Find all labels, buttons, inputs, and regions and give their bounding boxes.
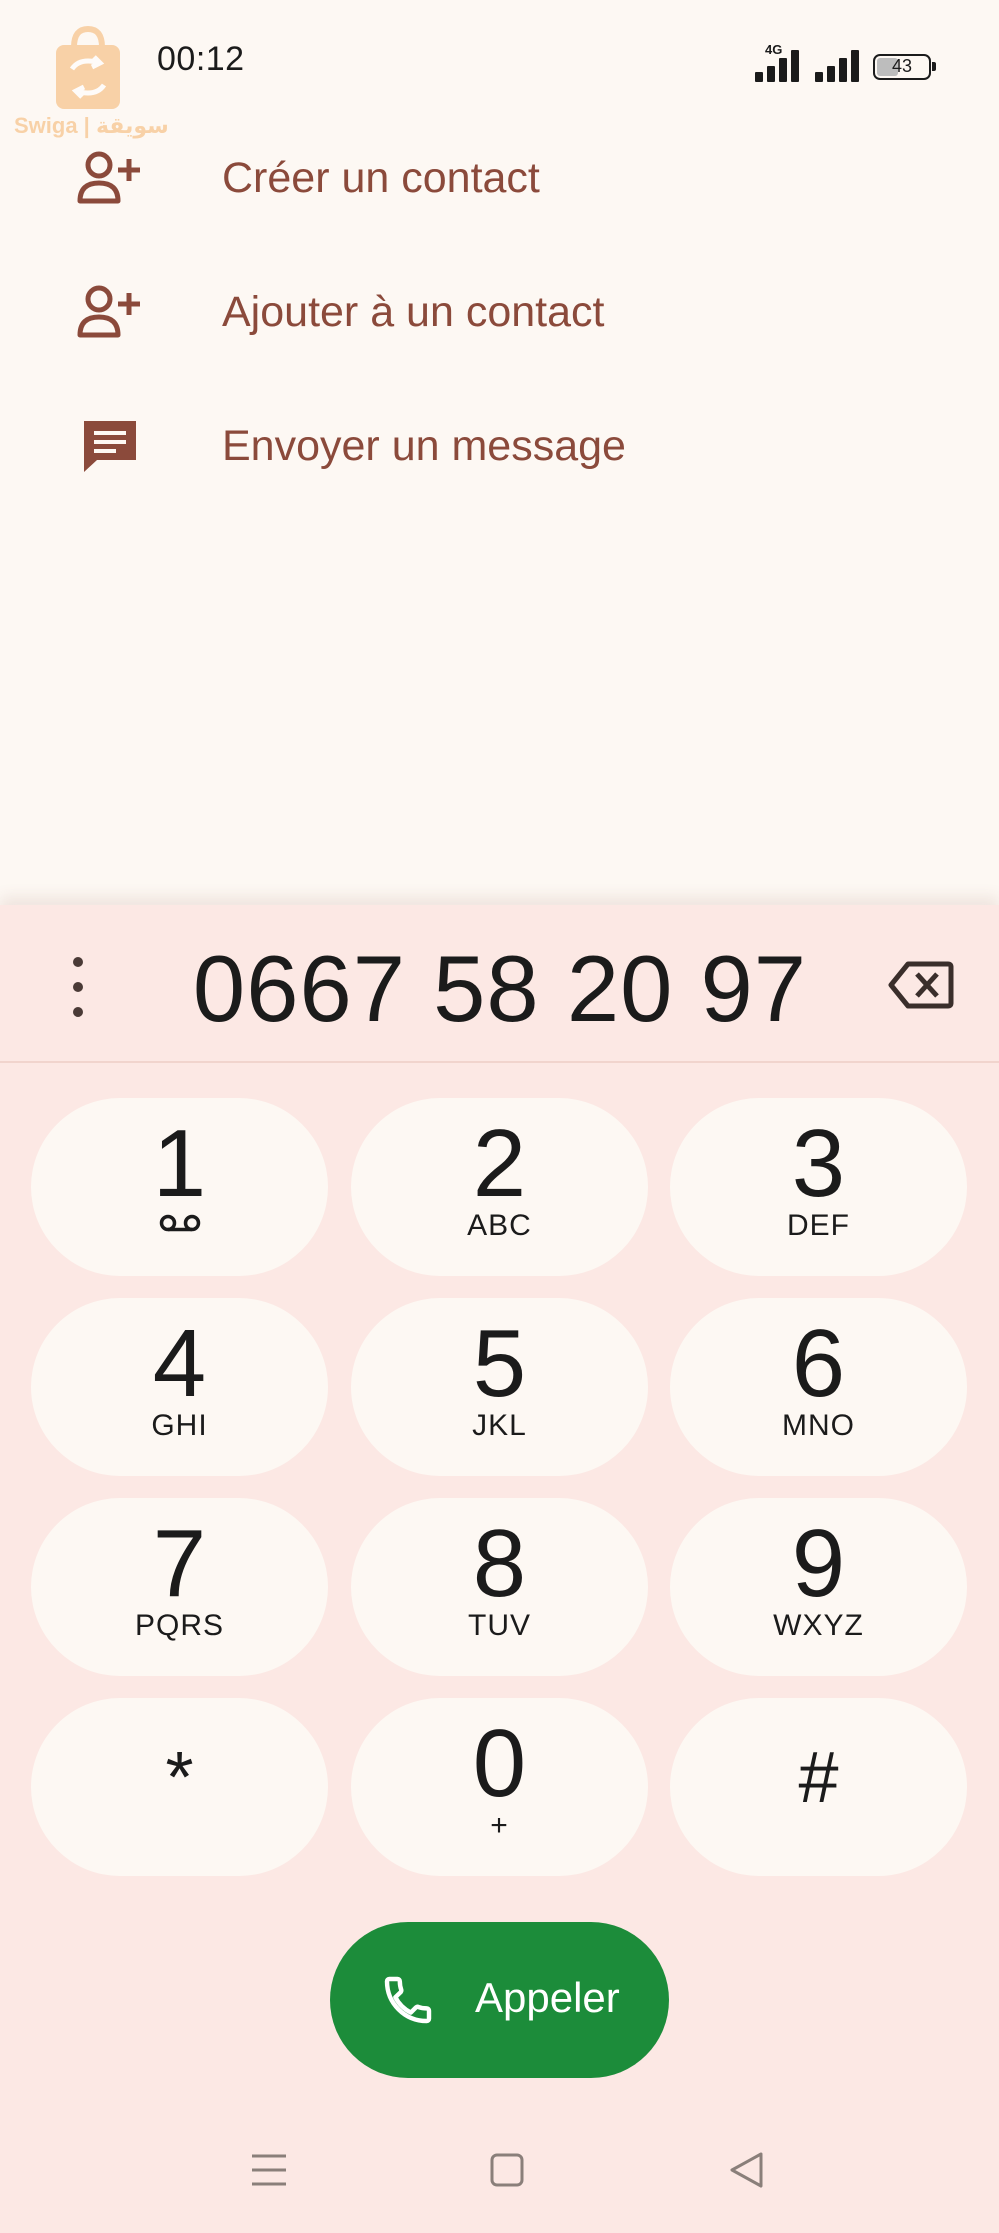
status-icons: 4G 43 xyxy=(753,42,936,82)
key-letters: JKL xyxy=(472,1409,527,1442)
call-label: Appeler xyxy=(475,1974,620,2021)
person-add-icon xyxy=(76,278,144,346)
phone-icon xyxy=(380,1972,436,2028)
send-message-action[interactable]: Envoyer un message xyxy=(0,379,999,513)
key-letters: + xyxy=(490,1809,509,1842)
key-9[interactable]: 9 WXYZ xyxy=(670,1498,967,1676)
key-4[interactable]: 4 GHI xyxy=(31,1298,328,1476)
key-1[interactable]: 1 xyxy=(31,1098,328,1276)
dot-icon xyxy=(73,1007,83,1017)
key-letters: MNO xyxy=(782,1409,855,1442)
key-digit: 6 xyxy=(791,1310,846,1417)
add-to-contact-label: Ajouter à un contact xyxy=(222,287,605,336)
key-digit: 2 xyxy=(472,1110,527,1217)
status-time: 00:12 xyxy=(157,40,245,78)
key-hash[interactable]: # xyxy=(670,1698,967,1876)
signal-icon xyxy=(813,48,859,82)
key-5[interactable]: 5 JKL xyxy=(351,1298,648,1476)
key-3[interactable]: 3 DEF xyxy=(670,1098,967,1276)
dialer-panel: 0667 58 20 97 1 2 ABC 3 DEF 4 GHI 5 JKL … xyxy=(0,905,999,2233)
key-2[interactable]: 2 ABC xyxy=(351,1098,648,1276)
key-6[interactable]: 6 MNO xyxy=(670,1298,967,1476)
key-digit: * xyxy=(165,1738,194,1818)
battery-level: 43 xyxy=(891,56,913,76)
nav-menu-button[interactable] xyxy=(239,2140,299,2200)
key-letters: DEF xyxy=(787,1209,850,1242)
nav-home-button[interactable] xyxy=(477,2140,537,2200)
mobile-signal-icon: 4G xyxy=(753,42,799,82)
key-letters: PQRS xyxy=(134,1609,225,1642)
key-digit: # xyxy=(798,1738,839,1818)
battery-icon: 43 xyxy=(873,54,936,80)
menu-icon xyxy=(252,2154,286,2186)
key-7[interactable]: 7 PQRS xyxy=(31,1498,328,1676)
status-bar: Swiga | سويقة 00:12 4G 43 xyxy=(0,0,999,138)
key-letters: TUV xyxy=(468,1609,531,1642)
create-contact-action[interactable]: Créer un contact xyxy=(0,111,999,245)
backspace-icon xyxy=(888,961,954,1009)
network-type: 4G xyxy=(765,42,783,57)
person-add-icon xyxy=(76,144,144,212)
navigation-bar xyxy=(0,2130,999,2210)
key-star[interactable]: * xyxy=(31,1698,328,1876)
backspace-button[interactable] xyxy=(888,960,954,1010)
key-digit: 3 xyxy=(791,1110,846,1217)
key-8[interactable]: 8 TUV xyxy=(351,1498,648,1676)
number-bar: 0667 58 20 97 xyxy=(0,905,999,1063)
message-icon xyxy=(76,412,144,480)
call-button[interactable]: Appeler xyxy=(330,1922,669,2078)
key-digit: 9 xyxy=(791,1510,846,1617)
dot-icon xyxy=(73,957,83,967)
voicemail-icon xyxy=(31,1214,328,1232)
key-letters: ABC xyxy=(467,1209,532,1242)
key-digit: 0 xyxy=(472,1710,527,1817)
send-message-label: Envoyer un message xyxy=(222,421,626,470)
key-digit: 8 xyxy=(472,1510,527,1617)
more-options-button[interactable] xyxy=(58,957,98,1017)
key-0[interactable]: 0 + xyxy=(351,1698,648,1876)
key-digit: 1 xyxy=(152,1110,207,1217)
dialed-number[interactable]: 0667 58 20 97 xyxy=(120,935,880,1043)
create-contact-label: Créer un contact xyxy=(222,153,540,202)
back-icon xyxy=(730,2152,763,2188)
add-to-contact-action[interactable]: Ajouter à un contact xyxy=(0,245,999,379)
key-letters: WXYZ xyxy=(773,1609,864,1642)
key-digit: 5 xyxy=(472,1310,527,1417)
key-digit: 4 xyxy=(152,1310,207,1417)
key-digit: 7 xyxy=(152,1510,207,1617)
key-letters: GHI xyxy=(151,1409,208,1442)
home-icon xyxy=(490,2153,524,2187)
dot-icon xyxy=(73,982,83,992)
number-actions-list: Créer un contact Ajouter à un contact En… xyxy=(0,111,999,513)
nav-back-button[interactable] xyxy=(716,2140,776,2200)
